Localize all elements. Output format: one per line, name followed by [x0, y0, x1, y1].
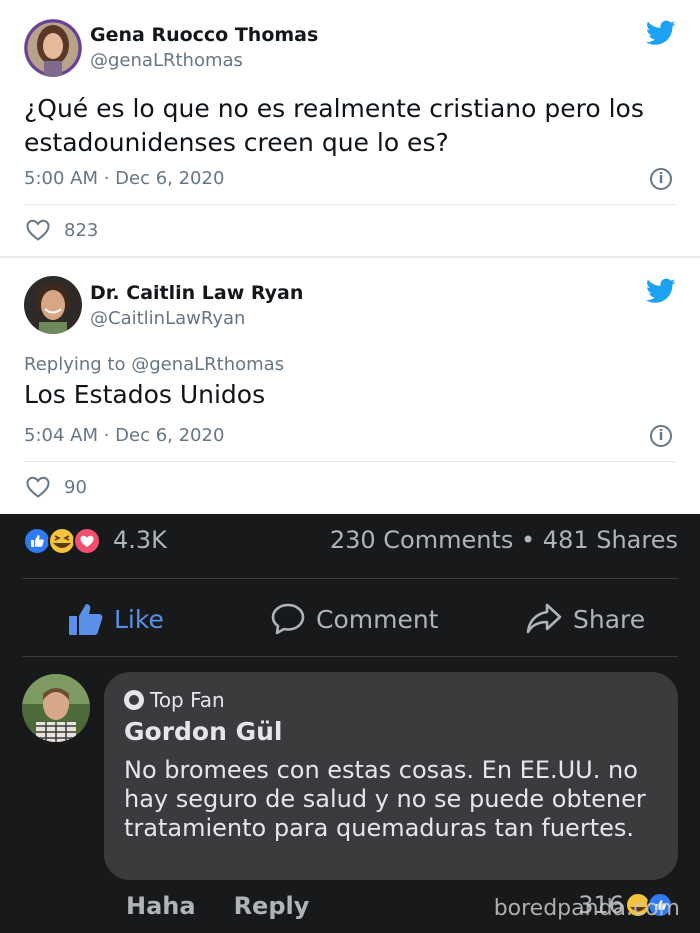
- divider: [22, 656, 678, 657]
- haha-icon: [48, 527, 76, 555]
- comment-actions: Haha Reply: [126, 892, 309, 920]
- author-name[interactable]: Gena Ruocco Thomas: [90, 24, 318, 46]
- comments-shares-count[interactable]: 230 Comments • 481 Shares: [330, 526, 678, 554]
- comment-button[interactable]: Comment: [270, 602, 439, 636]
- avatar[interactable]: [24, 276, 82, 334]
- like-action[interactable]: 90: [26, 476, 87, 498]
- info-icon[interactable]: i: [650, 425, 672, 447]
- comment-bubble-icon: [271, 603, 305, 635]
- top-fan-badge: Top Fan: [124, 688, 225, 712]
- share-label: Share: [573, 604, 646, 634]
- haha-button[interactable]: Haha: [126, 892, 196, 920]
- divider: [22, 578, 678, 579]
- avatar[interactable]: [22, 674, 90, 742]
- author-handle[interactable]: @genaLRthomas: [90, 50, 243, 71]
- author-handle[interactable]: @CaitlinLawRyan: [90, 308, 245, 329]
- replying-to[interactable]: Replying to @genaLRthomas: [24, 354, 284, 375]
- divider: [24, 204, 676, 205]
- author-name[interactable]: Dr. Caitlin Law Ryan: [90, 282, 303, 304]
- like-label: Like: [114, 604, 164, 634]
- divider: [24, 461, 676, 462]
- reaction-count[interactable]: 4.3K: [113, 526, 167, 554]
- tweet-card-2: Dr. Caitlin Law Ryan @CaitlinLawRyan Rep…: [0, 258, 700, 514]
- top-fan-icon: [124, 690, 144, 710]
- tweet-text: ¿Qué es lo que no es realmente cristiano…: [24, 94, 644, 157]
- comment-bubble: Top Fan Gordon Gül No bromees con estas …: [104, 672, 678, 880]
- twitter-bird-icon[interactable]: [646, 20, 676, 46]
- share-arrow-icon: [526, 603, 562, 634]
- facebook-post-panel: 4.3K 230 Comments • 481 Shares Like Comm…: [0, 514, 700, 933]
- tweet-text: Los Estados Unidos: [24, 380, 266, 409]
- reaction-icons[interactable]: [22, 526, 112, 556]
- commenter-name[interactable]: Gordon Gül: [124, 717, 282, 746]
- comment-text: No bromees con estas cosas. En EE.UU. no…: [124, 756, 646, 842]
- timestamp[interactable]: 5:00 AM · Dec 6, 2020: [24, 168, 224, 189]
- reply-button[interactable]: Reply: [234, 892, 310, 920]
- avatar[interactable]: [24, 19, 82, 77]
- heart-outline-icon: [26, 219, 50, 241]
- share-button[interactable]: Share: [525, 602, 645, 636]
- info-icon[interactable]: i: [650, 168, 672, 190]
- badge-label: Top Fan: [150, 688, 225, 712]
- post-stats: 4.3K 230 Comments • 481 Shares: [0, 514, 700, 570]
- like-count: 823: [64, 219, 99, 241]
- like-action[interactable]: 823: [26, 219, 98, 241]
- timestamp[interactable]: 5:04 AM · Dec 6, 2020: [24, 425, 224, 446]
- comment-label: Comment: [316, 604, 439, 634]
- twitter-bird-icon[interactable]: [646, 278, 676, 304]
- like-count: 90: [64, 476, 87, 498]
- watermark: boredpanda.com: [493, 896, 680, 921]
- heart-outline-icon: [26, 476, 50, 498]
- post-actions: Like Comment Share: [0, 594, 700, 646]
- like-button[interactable]: Like: [68, 602, 164, 636]
- like-thumb-icon: [69, 604, 103, 635]
- tweet-card-1: Gena Ruocco Thomas @genaLRthomas ¿Qué es…: [0, 0, 700, 256]
